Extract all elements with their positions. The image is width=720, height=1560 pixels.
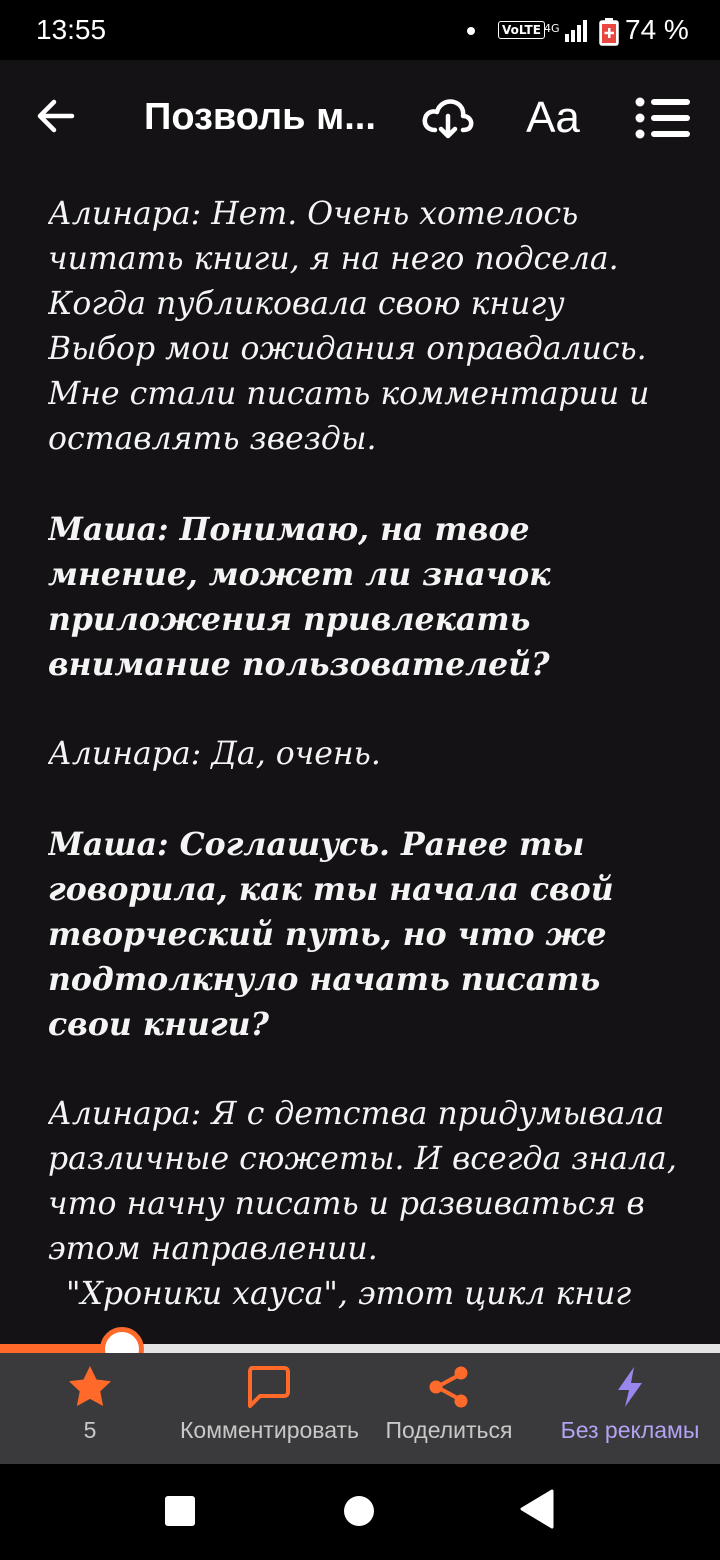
share-button[interactable]: Поделиться bbox=[366, 1353, 532, 1464]
paragraph-answer: Алинара: Нет. Очень хотелось читать книг… bbox=[48, 196, 650, 457]
paragraph-question: Маша: Соглашусь. Ранее ты говорила, как … bbox=[48, 826, 614, 1043]
comment-label: Комментировать bbox=[180, 1417, 360, 1443]
paragraph-continuation: "Хроники хауса", этот цикл книг bbox=[66, 1276, 632, 1312]
notification-dot-icon bbox=[467, 27, 475, 35]
share-icon bbox=[429, 1366, 468, 1408]
font-size-icon: Aa bbox=[526, 93, 580, 142]
no-ads-label: Без рекламы bbox=[560, 1417, 700, 1443]
back-button[interactable] bbox=[28, 88, 84, 144]
back-triangle-icon[interactable] bbox=[518, 1488, 556, 1530]
back-arrow-icon bbox=[37, 99, 75, 133]
battery-icon bbox=[599, 18, 619, 46]
no-ads-button[interactable]: Без рекламы bbox=[546, 1353, 714, 1464]
rate-button[interactable]: 5 bbox=[34, 1353, 146, 1464]
download-button[interactable] bbox=[418, 90, 478, 146]
volte-badge: VoLTE bbox=[498, 21, 545, 39]
status-time: 13:55 bbox=[36, 14, 107, 45]
star-icon bbox=[69, 1366, 111, 1406]
comment-button[interactable]: Комментировать bbox=[176, 1353, 360, 1464]
network-type: 4G bbox=[544, 22, 560, 35]
app-bar: Позволь м... Aa bbox=[0, 60, 720, 180]
home-icon[interactable] bbox=[344, 1496, 374, 1526]
cloud-download-icon bbox=[422, 99, 474, 139]
paragraph-question: Маша: Понимаю, на твое мнение, может ли … bbox=[48, 511, 551, 683]
paragraph-answer: Алинара: Я с детства придумывала различн… bbox=[48, 1096, 677, 1267]
table-of-contents-button[interactable] bbox=[632, 90, 694, 146]
toc-list-icon bbox=[635, 97, 690, 139]
font-settings-button[interactable]: Aa bbox=[520, 90, 586, 146]
paragraph-answer: Алинара: Да, очень. bbox=[48, 736, 381, 772]
share-label: Поделиться bbox=[385, 1417, 513, 1443]
reader-content[interactable]: Алинара: Нет. Очень хотелось читать книг… bbox=[48, 192, 680, 1344]
bottom-action-bar: 5 Комментировать Поделиться Без рекламы bbox=[0, 1353, 720, 1464]
comment-icon bbox=[248, 1366, 290, 1408]
book-title: Позволь м... bbox=[144, 96, 376, 138]
system-nav-bar bbox=[0, 1464, 720, 1560]
lightning-icon bbox=[618, 1367, 642, 1407]
status-bar: 13:55 VoLTE 4G 74 % bbox=[0, 0, 720, 60]
recent-apps-icon[interactable] bbox=[165, 1496, 195, 1526]
rating-count: 5 bbox=[83, 1417, 97, 1443]
signal-icon bbox=[565, 20, 587, 42]
battery-percent: 74 % bbox=[625, 14, 689, 45]
